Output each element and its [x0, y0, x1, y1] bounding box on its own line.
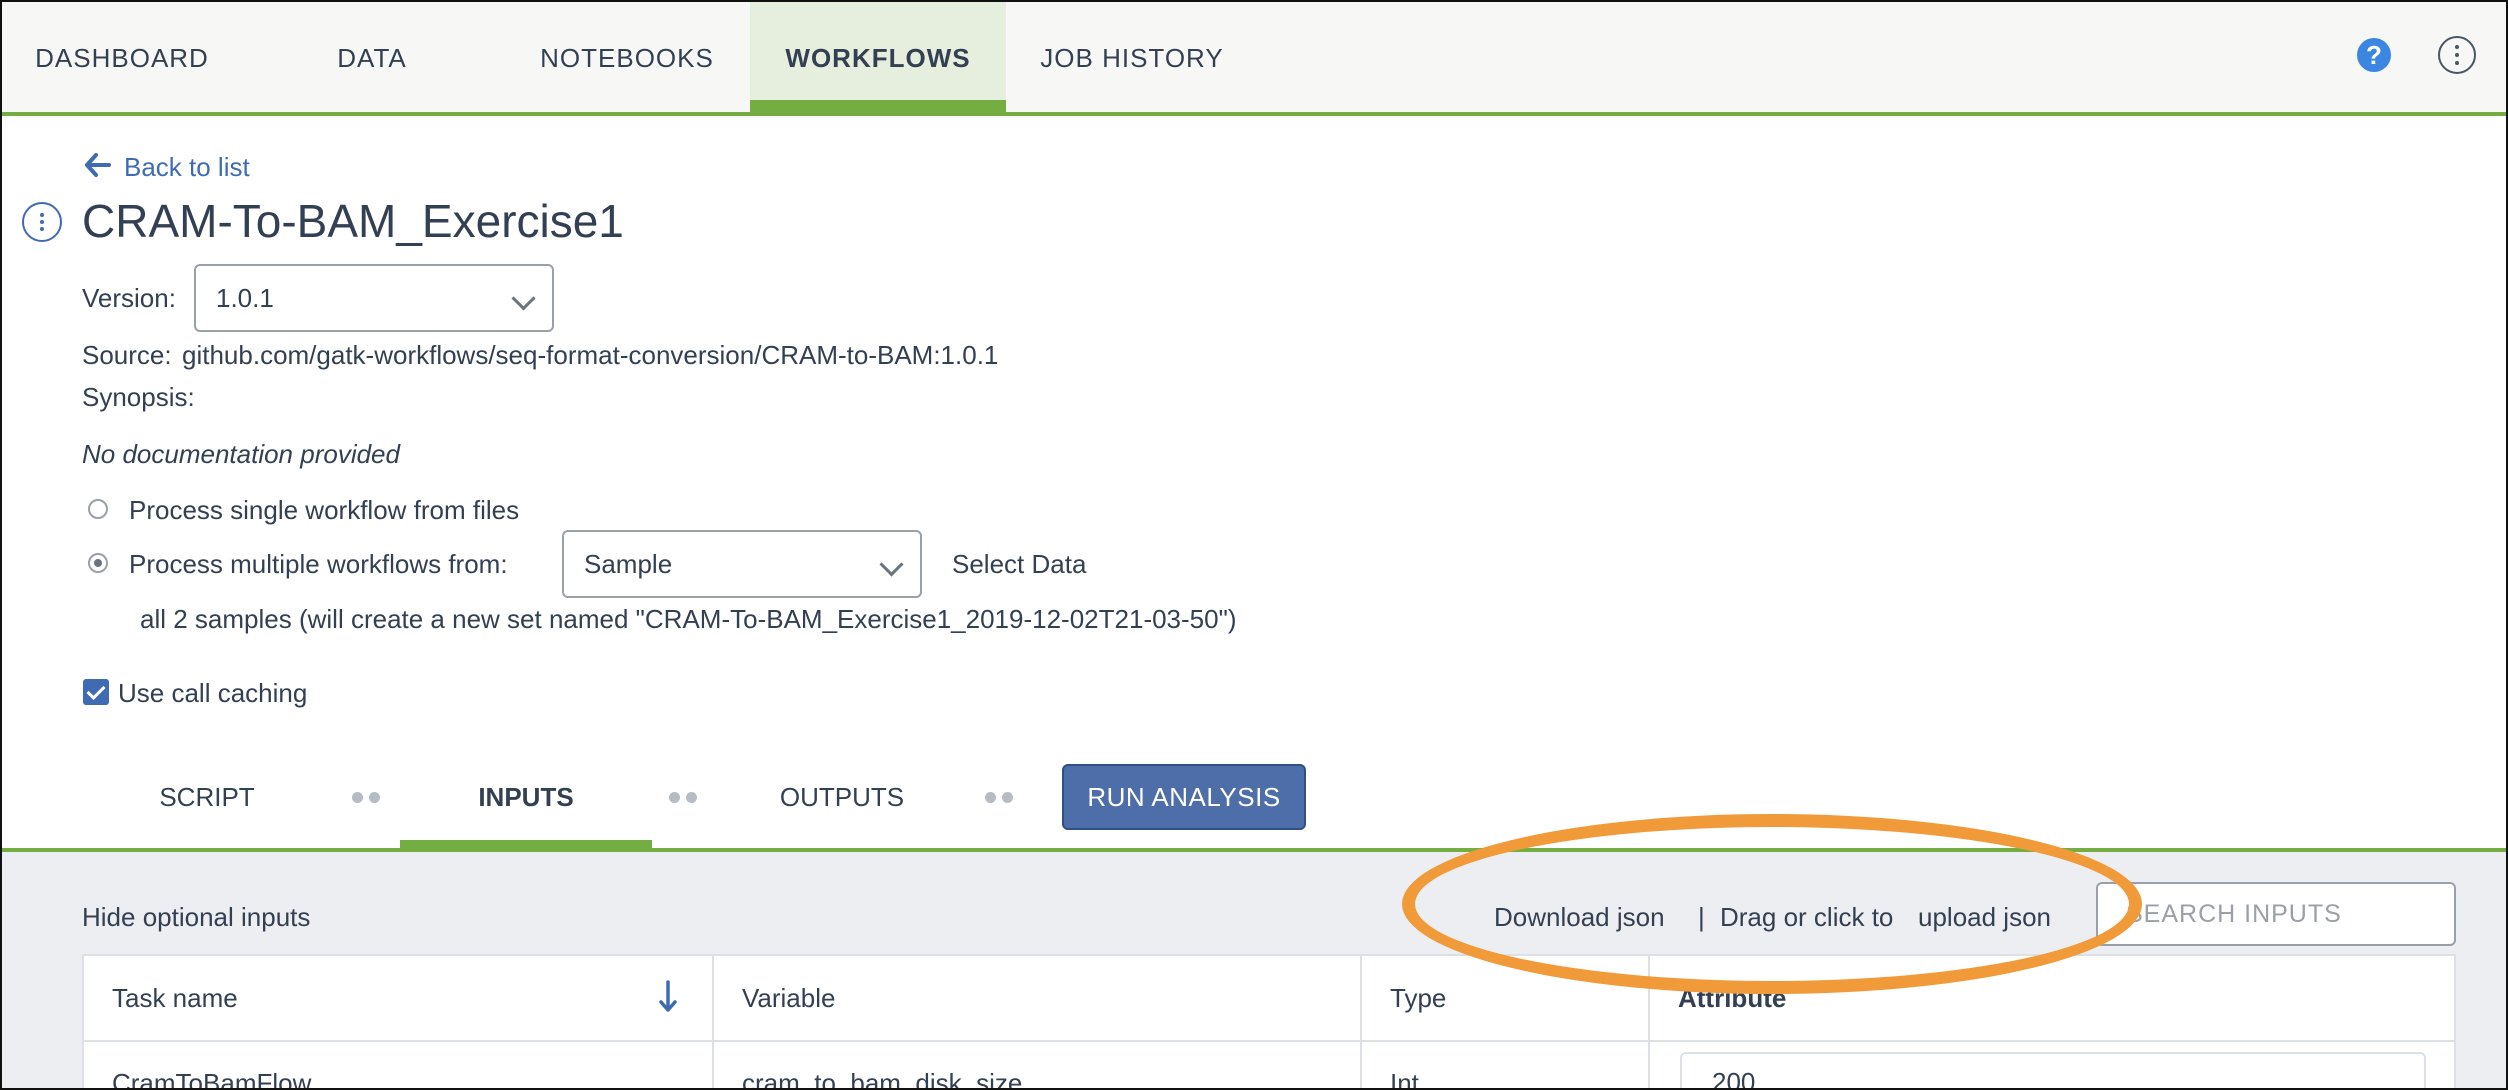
- radio-multiple-workflows[interactable]: [88, 553, 108, 573]
- column-label: Task name: [112, 983, 238, 1013]
- column-header-task-name[interactable]: Task name: [84, 956, 714, 1040]
- back-to-list-link[interactable]: Back to list: [124, 152, 250, 183]
- selection-summary: all 2 samples (will create a new set nam…: [140, 604, 1237, 634]
- entity-type-value: Sample: [584, 549, 673, 579]
- step-separator: [985, 792, 1015, 804]
- call-caching-checkbox[interactable]: [83, 679, 109, 705]
- multiple-workflows-label: Process multiple workflows from:: [129, 549, 508, 579]
- column-rule: [1360, 1040, 1362, 1088]
- chevron-down-icon: [879, 552, 904, 577]
- tab-data[interactable]: DATA: [312, 2, 432, 112]
- tab-script[interactable]: SCRIPT: [142, 762, 272, 852]
- workflow-menu-icon[interactable]: [22, 202, 62, 242]
- help-icon[interactable]: ?: [2357, 38, 2391, 72]
- header-rule: [84, 1040, 2454, 1042]
- column-header-attribute[interactable]: Attribute: [1650, 956, 2456, 1040]
- tab-workflows[interactable]: WORKFLOWS: [750, 2, 1006, 112]
- single-workflow-label: Process single workflow from files: [129, 495, 520, 525]
- upload-json-link[interactable]: upload json: [1918, 902, 2051, 933]
- column-header-type[interactable]: Type: [1362, 956, 1650, 1040]
- tab-job-history[interactable]: JOB HISTORY: [1032, 2, 1232, 112]
- variable-cell: cram_to_bam_disk_size: [742, 1068, 1023, 1090]
- column-header-variable[interactable]: Variable: [714, 956, 1362, 1040]
- arrow-left-icon[interactable]: [82, 150, 112, 180]
- more-options-icon[interactable]: [2438, 36, 2476, 74]
- inputs-table: Task name Variable Type Attribute CramTo…: [82, 954, 2456, 1090]
- tab-dashboard[interactable]: DASHBOARD: [2, 2, 242, 112]
- version-select[interactable]: 1.0.1: [194, 264, 554, 332]
- source-link[interactable]: github.com/gatk-workflows/seq-format-con…: [182, 340, 998, 371]
- chevron-down-icon: [511, 286, 536, 311]
- column-rule: [712, 1040, 714, 1088]
- run-analysis-button[interactable]: RUN ANALYSIS: [1062, 764, 1306, 830]
- hide-optional-inputs-link[interactable]: Hide optional inputs: [82, 902, 310, 933]
- step-separator: [352, 792, 382, 804]
- task-name-cell: CramToBamFlow: [112, 1068, 312, 1090]
- step-separator: [669, 792, 699, 804]
- attribute-input[interactable]: 200: [1680, 1052, 2426, 1088]
- version-label: Version:: [82, 283, 176, 313]
- column-rule: [1648, 1040, 1650, 1088]
- source-label: Source:: [82, 340, 172, 370]
- sort-arrow-down-icon[interactable]: [658, 980, 678, 1014]
- page-title: CRAM-To-BAM_Exercise1: [82, 195, 624, 247]
- drag-upload-text[interactable]: Drag or click to: [1720, 902, 1893, 933]
- entity-type-select[interactable]: Sample: [562, 530, 922, 598]
- version-value: 1.0.1: [216, 283, 274, 313]
- type-cell: Int: [1390, 1068, 1419, 1090]
- app-window: DASHBOARD DATA NOTEBOOKS WORKFLOWS JOB H…: [0, 0, 2508, 1090]
- search-inputs-field[interactable]: SEARCH INPUTS: [2096, 882, 2456, 946]
- radio-single-workflow[interactable]: [88, 499, 108, 519]
- documentation-text: No documentation provided: [82, 439, 400, 469]
- separator-text: |: [1698, 902, 1705, 932]
- tab-outputs[interactable]: OUTPUTS: [762, 762, 922, 852]
- call-caching-label: Use call caching: [118, 678, 308, 708]
- select-data-link[interactable]: Select Data: [952, 549, 1086, 580]
- synopsis-label: Synopsis:: [82, 382, 195, 412]
- download-json-link[interactable]: Download json: [1494, 902, 1665, 933]
- top-nav: DASHBOARD DATA NOTEBOOKS WORKFLOWS JOB H…: [2, 2, 2506, 116]
- tab-notebooks[interactable]: NOTEBOOKS: [522, 2, 732, 112]
- tab-inputs[interactable]: INPUTS: [400, 762, 652, 852]
